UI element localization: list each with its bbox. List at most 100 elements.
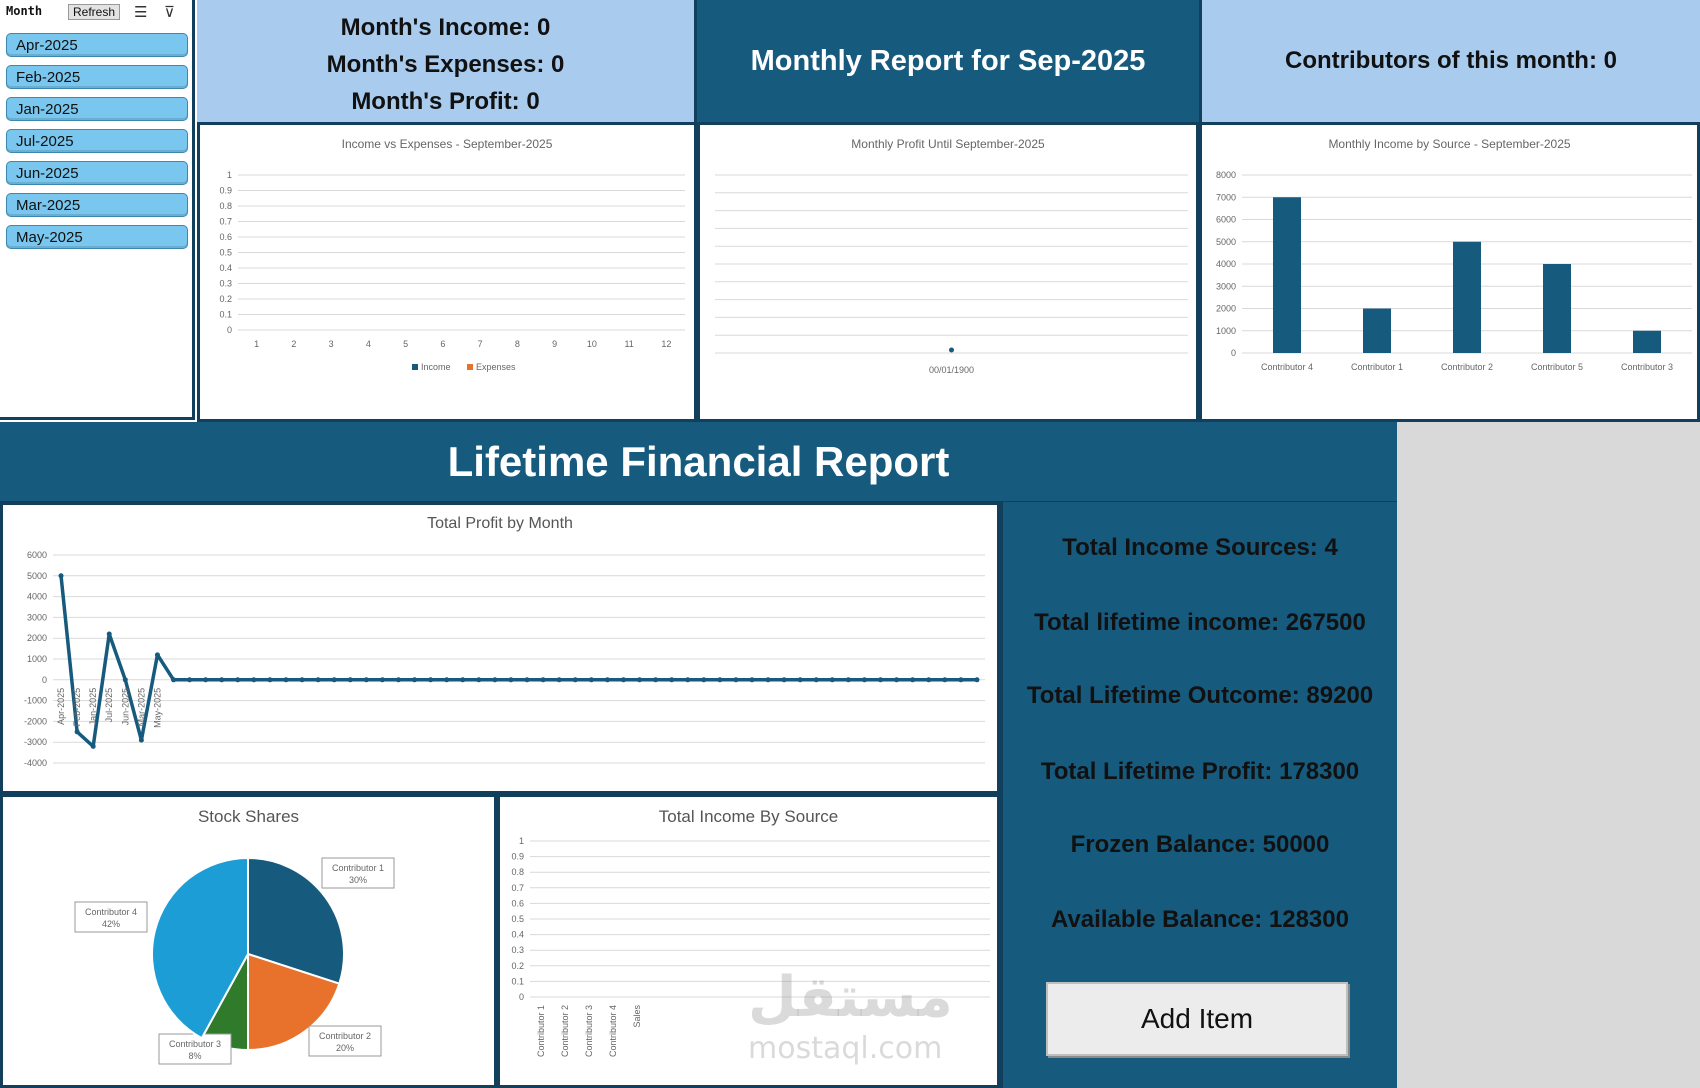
- multi-select-icon[interactable]: ☰: [134, 3, 147, 21]
- data-point: [910, 677, 916, 683]
- bar: [1363, 308, 1391, 353]
- slice-percent: 20%: [336, 1043, 354, 1053]
- y-tick-label: -1000: [24, 696, 47, 706]
- data-point: [717, 677, 723, 683]
- refresh-button[interactable]: Refresh: [68, 4, 121, 20]
- chart-plot: -4000 -3000 -2000 -1000 0 1000 2000 3000 4000 500…: [24, 550, 985, 768]
- data-point: [347, 677, 353, 683]
- slice-label: Contributor 4: [85, 907, 137, 917]
- slice-percent: 30%: [349, 875, 367, 885]
- y-tick-label: 0.5: [219, 248, 232, 258]
- data-point: [797, 677, 803, 683]
- chart-plot: 0 1000 2000 3000 4000 5000 6000 7000 8000 Contrib…: [1216, 170, 1692, 372]
- y-tick-label: 0.4: [219, 263, 232, 273]
- x-tick-label: Contributor 3: [584, 1005, 594, 1057]
- chart-title: Income vs Expenses - September-2025: [341, 137, 553, 151]
- data-point: [829, 677, 835, 683]
- slicer-item-jul-2025[interactable]: Jul-2025: [6, 129, 188, 153]
- chart-plot: Contributor 1 30% Contributor 2 20% Contribu…: [74, 856, 395, 1065]
- y-tick-label: 6000: [27, 550, 47, 560]
- slicer-item-apr-2025[interactable]: Apr-2025: [6, 33, 188, 57]
- chart-plot: 00.10.20.30.40.50.60.70.80.911 2 3 4 5 6 7 8 9 10…: [219, 170, 685, 372]
- y-tick-label: 0.5: [511, 914, 524, 924]
- x-tick-label: 11: [624, 339, 633, 349]
- slicer-item-jan-2025[interactable]: Jan-2025: [6, 97, 188, 121]
- x-tick-label: 2: [291, 339, 296, 349]
- x-tick-label: 00/01/1900: [929, 365, 974, 375]
- y-tick-label: 0.1: [511, 976, 524, 986]
- x-tick-label: Contributor 2: [560, 1005, 570, 1057]
- slicer-item-may-2025[interactable]: May-2025: [6, 225, 188, 249]
- data-point: [949, 347, 954, 353]
- y-tick-label: 0.7: [219, 217, 232, 227]
- data-point: [428, 677, 434, 683]
- data-point: [588, 677, 594, 683]
- data-point: [171, 677, 177, 683]
- data-point: [637, 677, 643, 683]
- month-expenses: Month's Expenses: 0: [326, 51, 565, 78]
- profit-line: [59, 575, 977, 749]
- slice-label: Contributor 3: [169, 1039, 221, 1049]
- data-point: [813, 677, 819, 683]
- y-tick-label: 4000: [27, 592, 47, 602]
- month-summary-card: Month's Income: 0 Month's Expenses: 0 Mo…: [197, 0, 697, 122]
- data-point: [878, 677, 884, 683]
- data-point: [154, 652, 160, 658]
- x-tick-label: Mar-2025: [136, 688, 146, 727]
- add-item-button[interactable]: Add Item: [1046, 982, 1348, 1056]
- y-tick-label: 2000: [27, 633, 47, 643]
- data-point: [492, 677, 498, 683]
- data-point: [942, 677, 948, 683]
- x-tick-label: 5: [403, 339, 408, 349]
- clear-filter-icon[interactable]: ⊽: [164, 3, 175, 21]
- data-point: [556, 677, 562, 683]
- monthly-profit-chart: Monthly Profit Until September-2025 00/0…: [697, 122, 1199, 422]
- y-tick-label: 0.1: [219, 310, 232, 320]
- y-tick-label: 0.3: [511, 945, 524, 955]
- y-tick-label: 0.8: [511, 867, 524, 877]
- y-tick-label: 0: [42, 675, 47, 685]
- contributors-card: Contributors of this month: 0: [1199, 0, 1700, 122]
- data-point: [894, 677, 900, 683]
- available-balance: Available Balance: 128300: [1051, 906, 1349, 933]
- slicer-item-mar-2025[interactable]: Mar-2025: [6, 193, 188, 217]
- x-tick-label: May-2025: [152, 688, 162, 728]
- slicer-item-jun-2025[interactable]: Jun-2025: [6, 161, 188, 185]
- total-profit-by-month-chart: Total Profit by Month -4000 -3000 -2000 -10…: [0, 502, 1000, 794]
- bar: [1273, 197, 1301, 353]
- x-tick-label: Jun-2025: [120, 688, 130, 726]
- slicer-item-feb-2025[interactable]: Feb-2025: [6, 65, 188, 89]
- x-tick-label: Apr-2025: [56, 688, 66, 725]
- legend-label: Expenses: [476, 362, 516, 372]
- legend-label: Income: [421, 362, 451, 372]
- data-point: [669, 677, 675, 683]
- y-tick-label: 0.6: [219, 232, 232, 242]
- x-tick-label: Sales: [632, 1005, 642, 1028]
- bar: [1633, 330, 1661, 353]
- y-tick-label: 0.8: [219, 201, 232, 211]
- data-point: [524, 677, 530, 683]
- y-tick-label: 0.2: [511, 961, 524, 971]
- x-tick-label: 6: [440, 339, 445, 349]
- data-point: [701, 677, 707, 683]
- slice-percent: 8%: [188, 1051, 201, 1061]
- data-point: [251, 677, 257, 683]
- watermark-latin: mostaql.com: [748, 1031, 943, 1066]
- data-point: [733, 677, 739, 683]
- data-point: [58, 573, 64, 579]
- y-tick-label: 5000: [1216, 237, 1236, 247]
- data-point: [974, 677, 980, 683]
- y-tick-label: 0: [519, 992, 524, 1002]
- data-point: [604, 677, 610, 683]
- y-tick-label: 3000: [27, 612, 47, 622]
- data-point: [958, 677, 964, 683]
- lifetime-banner: Lifetime Financial Report: [0, 422, 1397, 504]
- y-tick-label: 1: [227, 170, 232, 180]
- data-point: [90, 743, 96, 749]
- lifetime-title: Lifetime Financial Report: [447, 438, 950, 485]
- slice-label: Contributor 2: [319, 1031, 371, 1041]
- data-point: [395, 677, 401, 683]
- total-lifetime-outcome: Total Lifetime Outcome: 89200: [1026, 682, 1374, 709]
- y-tick-label: 6000: [1216, 215, 1236, 225]
- data-point: [540, 677, 546, 683]
